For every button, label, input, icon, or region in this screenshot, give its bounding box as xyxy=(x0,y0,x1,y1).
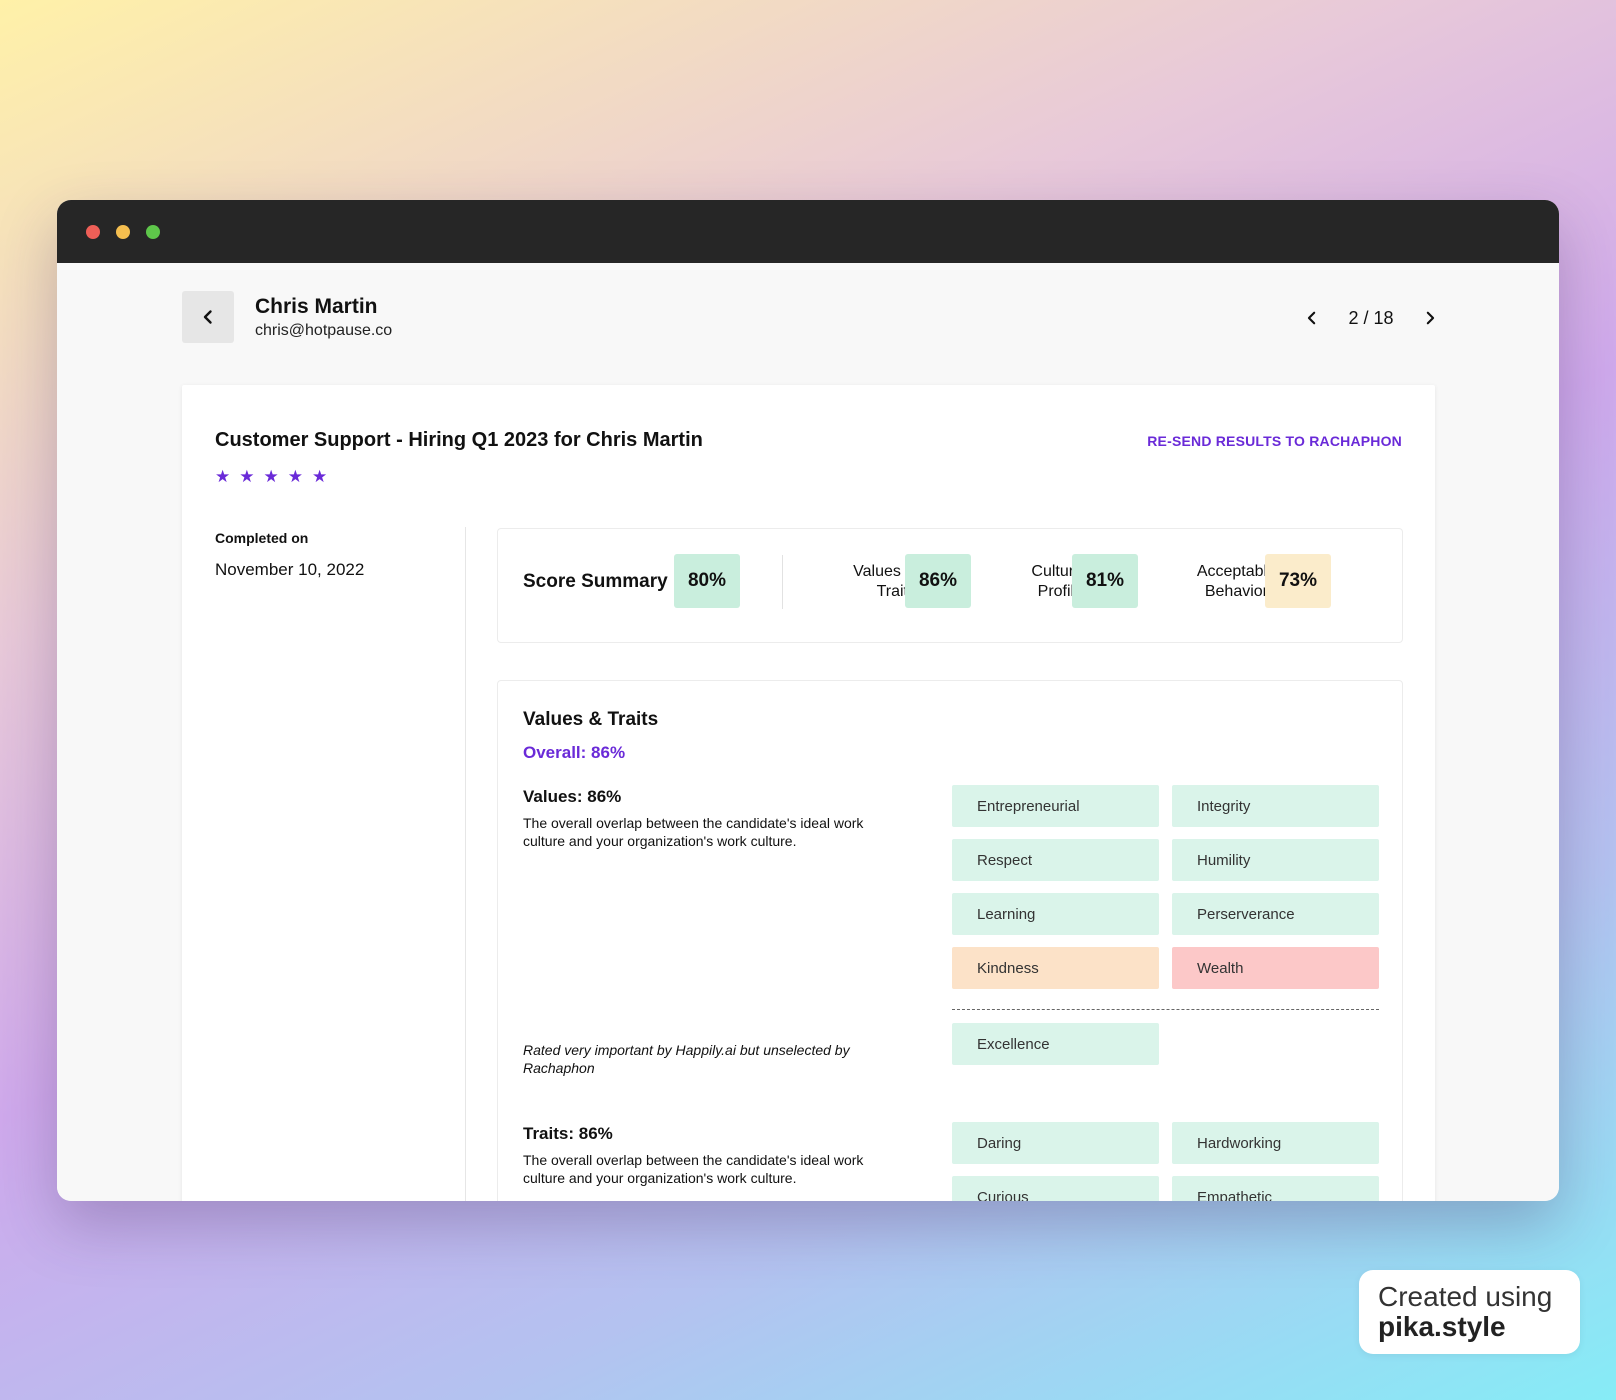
summary-separator xyxy=(782,555,783,609)
pika-style-credit: Created using pika.style xyxy=(1359,1270,1580,1354)
candidate-name: Chris Martin xyxy=(255,295,378,318)
value-chip: Learning xyxy=(952,893,1159,935)
value-chip: Humility xyxy=(1172,839,1379,881)
credit-line-1: Created using xyxy=(1378,1281,1553,1312)
trait-chip: Hardworking xyxy=(1172,1122,1379,1164)
acceptable-behaviors-badge: 73% xyxy=(1265,554,1331,608)
close-window-button[interactable] xyxy=(86,225,100,239)
unselected-value-chip: Excellence xyxy=(952,1023,1159,1065)
completed-label: Completed on xyxy=(215,530,309,546)
star-icon: ★ xyxy=(287,467,303,486)
trait-chip: Daring xyxy=(952,1122,1159,1164)
credit-line-2: pika.style xyxy=(1378,1311,1506,1342)
score-summary: Score Summary 80% Values & Traits 86% Cu… xyxy=(497,528,1403,643)
values-description: The overall overlap between the candidat… xyxy=(523,815,864,849)
column-divider xyxy=(465,527,466,1201)
chevron-left-icon xyxy=(203,310,212,324)
report-card: Customer Support - Hiring Q1 2023 for Ch… xyxy=(182,385,1435,1201)
trait-chip: Curious xyxy=(952,1176,1159,1201)
value-chip: Respect xyxy=(952,839,1159,881)
traits-description: The overall overlap between the candidat… xyxy=(523,1152,864,1186)
maximize-window-button[interactable] xyxy=(146,225,160,239)
browser-window: Chris Martin chris@hotpause.co 2 / 18 Cu… xyxy=(57,200,1559,1201)
chevron-left-icon xyxy=(1307,311,1316,325)
page-content: Chris Martin chris@hotpause.co 2 / 18 Cu… xyxy=(57,263,1559,1201)
traits-score-title: Traits: 86% xyxy=(523,1124,613,1143)
window-titlebar xyxy=(57,200,1559,263)
pager-count: 2 / 18 xyxy=(1348,307,1394,328)
candidate-pager: 2 / 18 xyxy=(1301,303,1441,333)
value-chip: Perserverance xyxy=(1172,893,1379,935)
star-icon: ★ xyxy=(215,467,231,486)
values-traits-badge: 86% xyxy=(905,554,971,608)
candidate-email: chris@hotpause.co xyxy=(255,322,393,339)
next-candidate-button[interactable] xyxy=(1419,307,1441,329)
resend-results-link[interactable]: RE-SEND RESULTS TO RACHAPHON xyxy=(1147,433,1402,449)
values-score-title: Values: 86% xyxy=(523,787,622,806)
star-icon: ★ xyxy=(312,467,328,486)
trait-chip: Empathetic xyxy=(1172,1176,1379,1201)
value-chip: Integrity xyxy=(1172,785,1379,827)
values-traits-overall: Overall: 86% xyxy=(523,743,626,762)
star-rating: ★ ★ ★ ★ ★ xyxy=(215,468,327,486)
star-icon: ★ xyxy=(239,467,255,486)
dashed-divider xyxy=(952,1009,1379,1010)
overall-score-badge: 80% xyxy=(674,554,740,608)
back-button[interactable] xyxy=(182,291,234,343)
star-icon: ★ xyxy=(263,467,279,486)
value-chip: Kindness xyxy=(952,947,1159,989)
minimize-window-button[interactable] xyxy=(116,225,130,239)
unselected-note: Rated very important by Happily.ai but u… xyxy=(523,1042,850,1076)
values-traits-title: Values & Traits xyxy=(523,709,659,730)
score-summary-title: Score Summary xyxy=(523,571,668,592)
values-traits-section: Values & Traits Overall: 86% Values: 86%… xyxy=(497,680,1403,1201)
completed-date: November 10, 2022 xyxy=(215,560,365,579)
report-title: Customer Support - Hiring Q1 2023 for Ch… xyxy=(215,429,703,451)
value-chip: Wealth xyxy=(1172,947,1379,989)
chevron-right-icon xyxy=(1426,311,1435,325)
value-chip: Entrepreneurial xyxy=(952,785,1159,827)
previous-candidate-button[interactable] xyxy=(1301,307,1323,329)
culture-profile-badge: 81% xyxy=(1072,554,1138,608)
